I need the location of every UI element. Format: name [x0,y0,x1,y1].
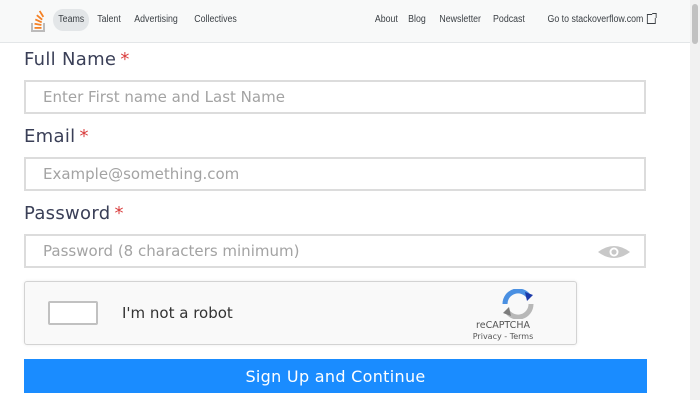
external-link-icon [646,13,657,25]
recaptcha-widget: I'm not a robot reCAPTCHA Privacy - Term… [24,281,577,345]
recaptcha-checkbox[interactable] [48,301,98,325]
email-field[interactable] [24,157,646,191]
nav-advertising[interactable]: Advertising [129,9,183,31]
nav-talent[interactable]: Talent [92,9,126,31]
nav-go-to-stackoverflow[interactable]: Go to stackoverflow.com [542,9,661,31]
required-mark: * [79,126,89,147]
recaptcha-brand: reCAPTCHA [476,320,530,331]
password-label: Password * [24,203,124,224]
nav-podcast[interactable]: Podcast [488,9,530,31]
recaptcha-logo-icon [502,289,534,319]
password-field[interactable] [24,234,646,268]
scrollbar-thumb[interactable] [692,4,698,44]
show-password-eye-icon[interactable] [596,244,632,260]
full-name-label-text: Full Name [24,49,117,70]
nav-go-to-stackoverflow-label: Go to stackoverflow.com [547,14,644,25]
email-label: Email * [24,126,89,147]
full-name-input[interactable] [26,82,644,112]
password-input[interactable] [26,236,644,266]
nav-left: Teams Talent Advertising Collectives [53,9,247,31]
recaptcha-privacy-terms-links[interactable]: Privacy - Terms [453,332,553,341]
password-label-text: Password [24,203,111,224]
sign-up-button[interactable]: Sign Up and Continue [24,359,647,393]
nav-about[interactable]: About [369,9,403,31]
full-name-label: Full Name * [24,49,130,70]
required-mark: * [114,203,124,224]
nav-blog[interactable]: Blog [402,9,430,31]
email-label-text: Email [24,126,76,147]
top-nav-bar: Teams Talent Advertising Collectives Abo… [0,0,700,43]
nav-right: About Blog Newsletter Podcast Go to stac… [369,9,661,31]
stackoverflow-logo-icon[interactable] [31,7,47,33]
required-mark: * [120,49,130,70]
nav-teams[interactable]: Teams [53,9,90,31]
email-input[interactable] [26,159,644,189]
nav-collectives[interactable]: Collectives [189,9,242,31]
recaptcha-label: I'm not a robot [122,304,233,322]
full-name-field[interactable] [24,80,646,114]
nav-newsletter[interactable]: Newsletter [434,9,486,31]
scrollbar[interactable] [690,0,700,400]
